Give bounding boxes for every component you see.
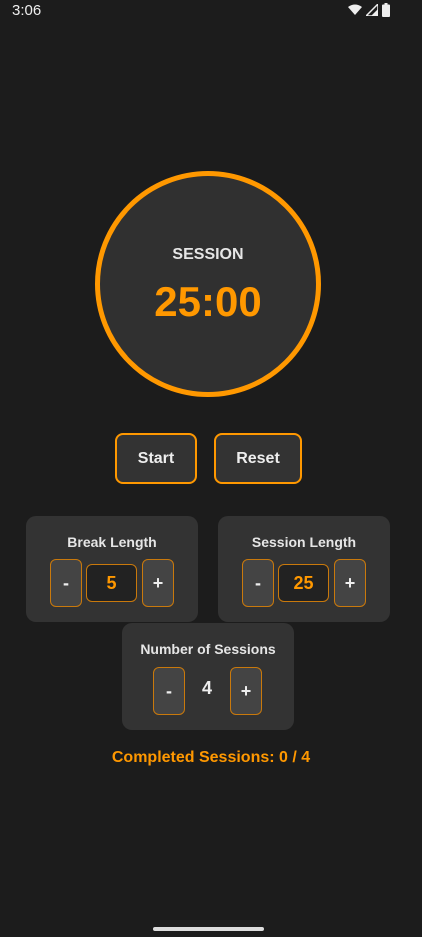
number-of-sessions-title: Number of Sessions — [140, 641, 276, 657]
wifi-icon — [348, 4, 362, 15]
session-increment-button[interactable]: + — [334, 559, 366, 607]
status-time: 3:06 — [12, 2, 42, 19]
session-decrement-button[interactable]: - — [242, 559, 274, 607]
timer-label: SESSION — [172, 246, 244, 263]
home-indicator[interactable] — [153, 927, 264, 931]
status-bar: 3:06 — [0, 0, 422, 24]
break-length-value: 5 — [86, 564, 137, 602]
signal-icon — [366, 4, 378, 16]
session-length-title: Session Length — [251, 534, 357, 550]
start-button[interactable]: Start — [115, 433, 197, 484]
timer-circle: SESSION 25:00 — [95, 171, 321, 397]
sessions-decrement-button[interactable]: - — [153, 667, 185, 715]
break-length-card: Break Length - 5 + — [26, 516, 198, 622]
timer-display: 25:00 — [154, 278, 262, 325]
status-icons — [348, 3, 390, 17]
break-decrement-button[interactable]: - — [50, 559, 82, 607]
session-length-card: Session Length - 25 + — [218, 516, 390, 622]
sessions-increment-button[interactable]: + — [230, 667, 262, 715]
number-of-sessions-value: 4 — [201, 678, 212, 698]
battery-icon — [382, 3, 390, 17]
number-of-sessions-card: Number of Sessions - 4 + — [122, 623, 294, 730]
break-length-title: Break Length — [67, 534, 157, 550]
completed-sessions: Completed Sessions: 0 / 4 — [111, 749, 311, 766]
reset-button[interactable]: Reset — [214, 433, 302, 484]
break-increment-button[interactable]: + — [142, 559, 174, 607]
session-length-value: 25 — [278, 564, 329, 602]
